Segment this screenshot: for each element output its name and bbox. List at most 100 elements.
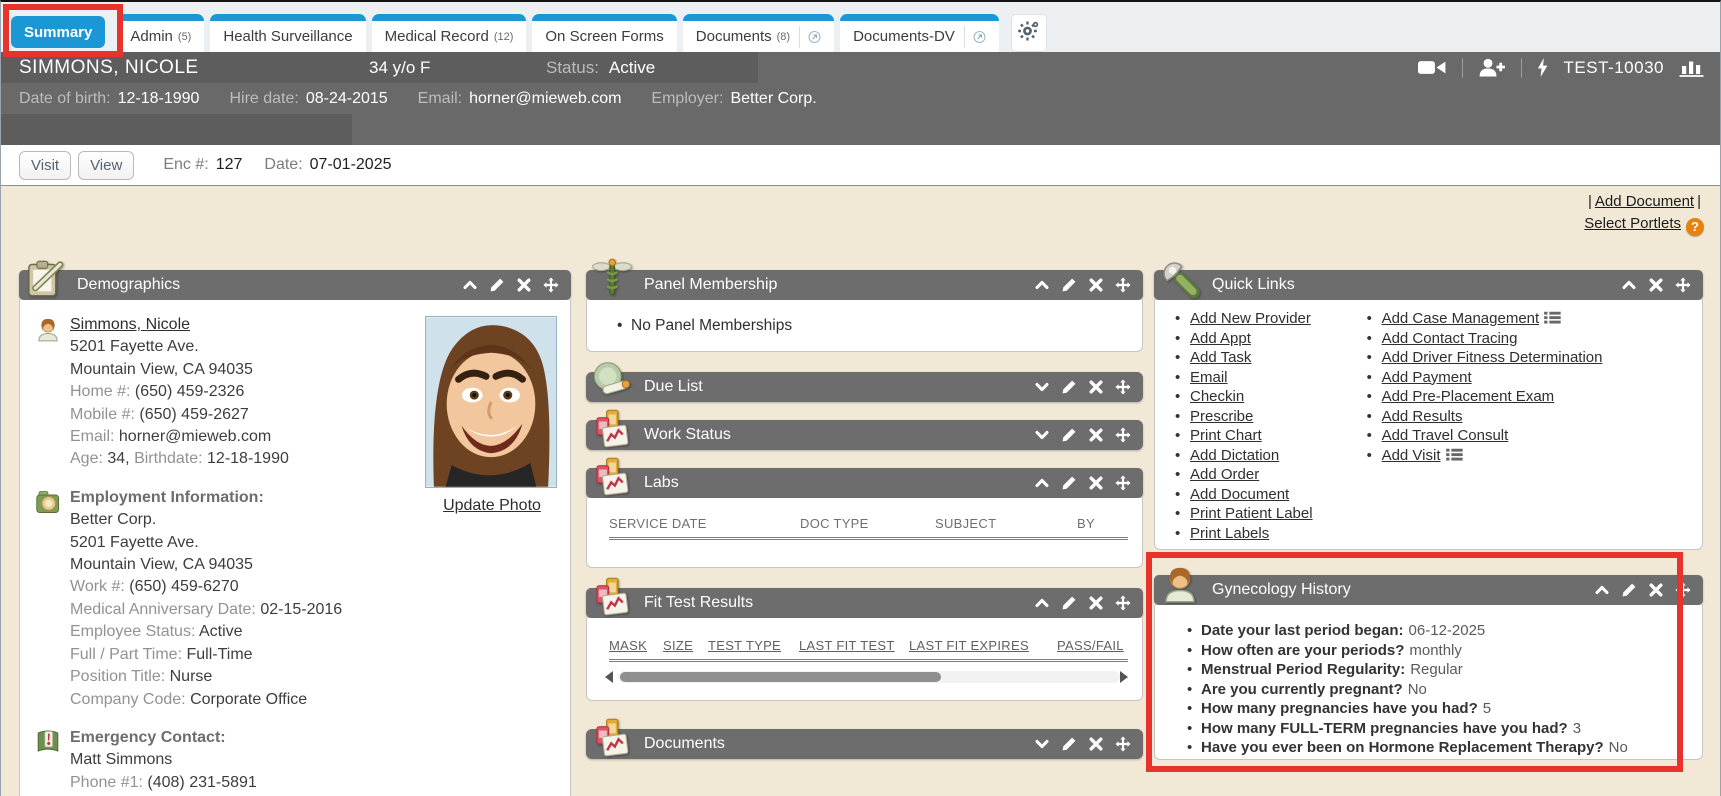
horizontal-scrollbar[interactable] [605, 670, 1128, 684]
edit-icon[interactable] [1061, 427, 1077, 443]
move-icon[interactable] [1115, 595, 1131, 611]
video-camera-icon[interactable] [1418, 58, 1447, 77]
link-add-driver-fitness-determination[interactable]: Add Driver Fitness Determination [1382, 349, 1603, 366]
move-icon[interactable] [1115, 427, 1131, 443]
employee-status: Employee Status: Active [70, 621, 558, 643]
collapse-icon[interactable] [1034, 475, 1050, 491]
scrollbar-thumb[interactable] [620, 672, 941, 682]
col-mask[interactable]: MASK [609, 638, 647, 653]
link-add-contact-tracing[interactable]: Add Contact Tracing [1382, 330, 1518, 347]
medical-anniversary: Medical Anniversary Date: 02-15-2016 [70, 599, 558, 621]
move-icon[interactable] [1115, 277, 1131, 293]
close-icon[interactable] [516, 277, 532, 293]
edit-icon[interactable] [1621, 582, 1637, 598]
chart-tab-bar: Summary Admin(5) Health Surveillance Med… [1, 2, 1720, 52]
col-size[interactable]: SIZE [663, 638, 693, 653]
close-icon[interactable] [1088, 475, 1104, 491]
collapse-icon[interactable] [1034, 595, 1050, 611]
patient-name-link[interactable]: Simmons, Nicole [70, 316, 190, 333]
link-add-dictation[interactable]: Add Dictation [1190, 447, 1279, 464]
select-portlets-link[interactable]: Select Portlets [1584, 215, 1681, 232]
close-icon[interactable] [1088, 595, 1104, 611]
tab-admin[interactable]: Admin(5) [117, 14, 204, 52]
portlet-title: Quick Links [1212, 276, 1295, 294]
open-in-new-icon[interactable] [964, 26, 986, 48]
close-icon[interactable] [1088, 736, 1104, 752]
portlet-title: Work Status [644, 426, 731, 444]
link-print-chart[interactable]: Print Chart [1190, 427, 1262, 444]
expand-icon[interactable] [1034, 379, 1050, 395]
chart-id: TEST-10030 [1564, 58, 1664, 78]
add-document-link[interactable]: Add Document [1595, 193, 1694, 210]
link-add-pre-placement-exam[interactable]: Add Pre-Placement Exam [1382, 388, 1555, 405]
edit-icon[interactable] [489, 277, 505, 293]
scroll-right-arrow[interactable] [1120, 671, 1128, 683]
scrollbar-track[interactable] [618, 671, 1120, 683]
link-add-visit[interactable]: Add Visit [1382, 447, 1441, 464]
camera-employment-icon [34, 488, 62, 516]
close-icon[interactable] [1648, 582, 1664, 598]
link-add-results[interactable]: Add Results [1382, 408, 1463, 425]
collapse-icon[interactable] [1621, 277, 1637, 293]
col-last-fit-test[interactable]: LAST FIT TEST [799, 638, 895, 653]
emergency-section: Emergency Contact: Matt Simmons Phone #1… [34, 727, 558, 794]
collapse-icon[interactable] [1594, 582, 1610, 598]
link-checkin[interactable]: Checkin [1190, 388, 1244, 405]
scroll-left-arrow[interactable] [605, 671, 613, 683]
col-test-type[interactable]: TEST TYPE [708, 638, 781, 653]
tab-health-surveillance[interactable]: Health Surveillance [210, 14, 365, 52]
link-add-order[interactable]: Add Order [1190, 466, 1259, 483]
tab-documents-dv[interactable]: Documents-DV [840, 14, 999, 52]
move-icon[interactable] [1675, 277, 1691, 293]
list-menu-icon[interactable] [1446, 447, 1463, 460]
link-add-payment[interactable]: Add Payment [1382, 369, 1472, 386]
col-pass-fail[interactable]: PASS/FAIL [1057, 638, 1124, 653]
list-menu-icon[interactable] [1544, 310, 1561, 323]
close-icon[interactable] [1088, 379, 1104, 395]
thermometer-icon [589, 359, 635, 402]
expand-icon[interactable] [1034, 427, 1050, 443]
help-icon[interactable]: ? [1686, 218, 1704, 236]
bar-chart-icon[interactable] [1679, 58, 1704, 77]
edit-icon[interactable] [1061, 379, 1077, 395]
close-icon[interactable] [1088, 277, 1104, 293]
move-icon[interactable] [1675, 582, 1691, 598]
collapse-icon[interactable] [1034, 277, 1050, 293]
link-add-case-management[interactable]: Add Case Management [1382, 310, 1540, 327]
tab-count: (5) [178, 31, 191, 43]
link-add-appt[interactable]: Add Appt [1190, 330, 1251, 347]
tab-medical-record[interactable]: Medical Record(12) [372, 14, 527, 52]
link-email[interactable]: Email [1190, 369, 1228, 386]
close-icon[interactable] [1088, 427, 1104, 443]
move-icon[interactable] [1115, 736, 1131, 752]
link-print-patient-label[interactable]: Print Patient Label [1190, 505, 1313, 522]
link-print-labels[interactable]: Print Labels [1190, 525, 1269, 542]
visit-button[interactable]: Visit [19, 151, 71, 180]
edit-icon[interactable] [1061, 736, 1077, 752]
move-icon[interactable] [1115, 475, 1131, 491]
edit-icon[interactable] [1061, 277, 1077, 293]
move-icon[interactable] [543, 277, 559, 293]
expand-icon[interactable] [1034, 736, 1050, 752]
link-prescribe[interactable]: Prescribe [1190, 408, 1253, 425]
tab-summary[interactable]: Summary [11, 16, 105, 48]
move-icon[interactable] [1115, 379, 1131, 395]
link-add-new-provider[interactable]: Add New Provider [1190, 310, 1311, 327]
open-in-new-icon[interactable] [799, 26, 821, 48]
link-add-travel-consult[interactable]: Add Travel Consult [1382, 427, 1509, 444]
link-add-document[interactable]: Add Document [1190, 486, 1289, 503]
encounter-bar: Visit View Enc #: 127 Date: 07-01-2025 [1, 145, 1720, 186]
link-add-task[interactable]: Add Task [1190, 349, 1251, 366]
edit-icon[interactable] [1061, 595, 1077, 611]
edit-icon[interactable] [1061, 475, 1077, 491]
lightning-icon[interactable] [1537, 58, 1548, 77]
collapse-icon[interactable] [462, 277, 478, 293]
person-add-icon[interactable] [1478, 58, 1507, 77]
close-icon[interactable] [1648, 277, 1664, 293]
tab-on-screen-forms[interactable]: On Screen Forms [532, 14, 676, 52]
quick-links-column-1: Add New Provider Add Appt Add Task Email… [1175, 309, 1313, 543]
tab-documents[interactable]: Documents(8) [683, 14, 834, 52]
col-last-fit-expires[interactable]: LAST FIT EXPIRES [909, 638, 1029, 653]
tab-settings-button[interactable] [1011, 14, 1047, 52]
view-button[interactable]: View [78, 151, 134, 180]
